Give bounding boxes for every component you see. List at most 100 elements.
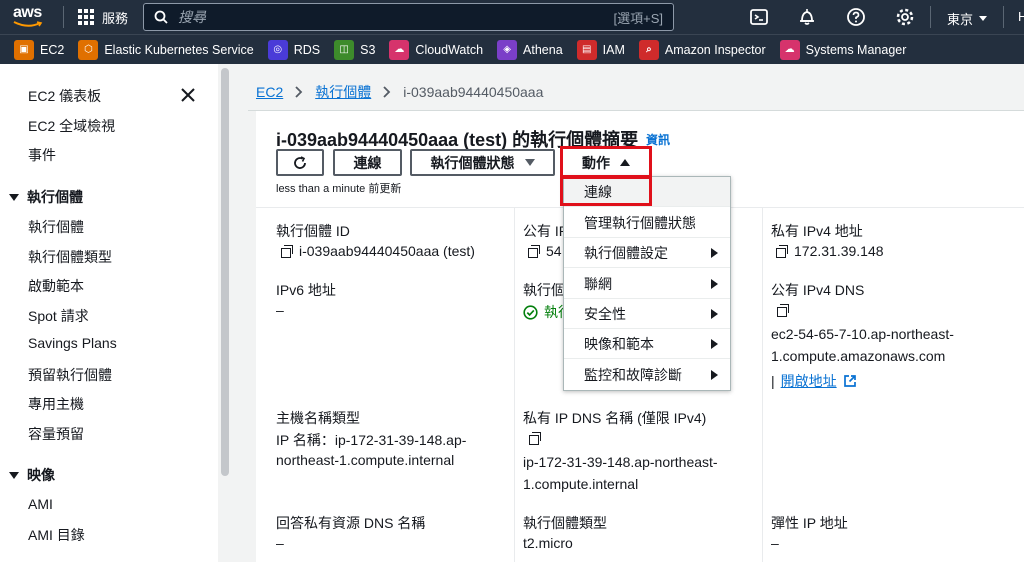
menu-item-label: 監控和故障診斷 xyxy=(584,367,682,383)
caret-down-icon xyxy=(9,193,19,201)
cloudshell-icon[interactable] xyxy=(749,7,769,27)
breadcrumb-instances[interactable]: 執行個體 xyxy=(315,82,371,102)
favorite-label: RDS xyxy=(293,42,321,57)
menu-item-manage-state[interactable]: 管理執行個體狀態 xyxy=(564,208,730,238)
cloudwatch-icon: ☁ xyxy=(389,39,410,60)
caret-right-icon xyxy=(711,279,718,289)
private-dns-value: ip-172-31-39-148.ap-northeast- xyxy=(523,454,718,470)
sidebar-item-instance-types[interactable]: 執行個體類型 xyxy=(28,247,112,267)
services-menu-button[interactable]: 服務 xyxy=(78,6,128,28)
menu-item-label: 執行個體設定 xyxy=(584,244,668,261)
copy-icon[interactable] xyxy=(777,304,789,317)
menu-item-networking[interactable]: 聯網 xyxy=(564,269,730,299)
favorite-label: IAM xyxy=(602,42,625,57)
scrollbar-thumb[interactable] xyxy=(221,68,229,476)
rds-icon: ◎ xyxy=(267,39,288,60)
favorite-eks[interactable]: ⬡ Elastic Kubernetes Service xyxy=(78,39,254,60)
help-icon[interactable] xyxy=(846,7,866,27)
favorite-rds[interactable]: ◎ RDS xyxy=(267,39,321,60)
breadcrumb-ec2[interactable]: EC2 xyxy=(256,84,283,100)
favorite-inspector[interactable]: ⌕ Amazon Inspector xyxy=(638,39,766,60)
region-label: 東京 xyxy=(947,12,974,27)
sidebar-item-global-view[interactable]: EC2 全域檢視 xyxy=(28,116,115,136)
inspector-icon: ⌕ xyxy=(638,39,659,60)
breadcrumb-current: i-039aab94440450aaa xyxy=(403,84,544,100)
elastic-ip-value: – xyxy=(771,535,779,551)
connect-button[interactable]: 連線 xyxy=(333,149,402,176)
hostname-type-value-cont: northeast-1.compute.internal xyxy=(276,452,455,468)
settings-gear-icon[interactable] xyxy=(895,7,915,27)
link-bar: | xyxy=(771,373,775,389)
caret-down-icon xyxy=(9,471,19,479)
caret-right-icon xyxy=(711,248,718,258)
sidebar-item-reserved-instances[interactable]: 預留執行個體 xyxy=(28,365,112,385)
copy-icon[interactable] xyxy=(776,245,788,258)
instance-state-button[interactable]: 執行個體狀態 xyxy=(410,149,555,176)
private-dns-value-cont: 1.compute.internal xyxy=(523,476,639,492)
menu-item-label: 管理執行個體狀態 xyxy=(584,214,696,231)
caret-right-icon xyxy=(711,339,718,349)
sidebar-item-events[interactable]: 事件 xyxy=(28,145,56,165)
external-link-icon xyxy=(843,375,856,387)
sidebar-scrollbar[interactable] xyxy=(218,64,232,562)
elastic-ip-label: 彈性 IP 地址 xyxy=(771,515,848,531)
check-circle-icon xyxy=(523,304,538,320)
aws-logo[interactable]: aws xyxy=(13,4,47,30)
search-placeholder: 搜尋 xyxy=(178,9,206,25)
open-address-text[interactable]: 開啟地址 xyxy=(781,371,837,391)
search-input[interactable]: 搜尋 [選項+S] xyxy=(143,3,674,31)
favorite-s3[interactable]: ◫ S3 xyxy=(334,39,375,60)
favorite-athena[interactable]: ◈ Athena xyxy=(497,39,563,60)
favorite-label: Systems Manager xyxy=(805,42,907,57)
refresh-button[interactable] xyxy=(276,149,324,176)
copy-icon[interactable] xyxy=(529,432,541,445)
menu-item-instance-settings[interactable]: 執行個體設定 xyxy=(564,238,730,268)
refresh-icon xyxy=(294,155,306,169)
sidebar-section-images[interactable]: 映像 xyxy=(9,465,55,485)
caret-right-icon xyxy=(711,370,718,380)
menu-item-security[interactable]: 安全性 xyxy=(564,299,730,329)
favorite-iam[interactable]: ▤ IAM xyxy=(576,39,625,60)
sidebar-item-dedicated-hosts[interactable]: 專用主機 xyxy=(28,394,84,414)
sidebar-item-capacity-reservations[interactable]: 容量預留 xyxy=(28,424,84,444)
ec2-icon: ▣ xyxy=(14,39,34,60)
chevron-right-icon xyxy=(295,86,303,98)
menu-item-monitor-troubleshoot[interactable]: 監控和故障診斷 xyxy=(564,360,730,390)
notifications-bell-icon[interactable] xyxy=(797,7,817,27)
private-ipv4-value: 172.31.39.148 xyxy=(776,243,884,259)
favorite-ec2[interactable]: ▣ EC2 xyxy=(14,39,64,60)
copy-icon[interactable] xyxy=(528,245,540,258)
account-menu[interactable]: H xyxy=(1018,9,1024,24)
answer-dns-label: 回答私有資源 DNS 名稱 xyxy=(276,515,426,531)
sidebar-item-dashboard[interactable]: EC2 儀表板 xyxy=(28,86,101,106)
actions-dropdown-menu: 連線 管理執行個體狀態 執行個體設定 聯網 安全性 映像和範本 監控和故障診斷 xyxy=(563,176,731,391)
favorite-label: Amazon Inspector xyxy=(664,42,766,57)
region-selector[interactable]: 東京 xyxy=(947,9,988,28)
search-shortcut: [選項+S] xyxy=(613,10,664,26)
sidebar-item-spot-requests[interactable]: Spot 請求 xyxy=(28,306,89,326)
public-ip-value: 54 xyxy=(528,243,562,259)
copy-icon[interactable] xyxy=(281,245,293,258)
eks-icon: ⬡ xyxy=(78,39,99,60)
nav-divider xyxy=(63,6,64,28)
favorite-systems-manager[interactable]: ☁ Systems Manager xyxy=(779,39,907,60)
instance-id-value: i-039aab94440450aaa (test) xyxy=(281,243,475,259)
menu-item-image-templates[interactable]: 映像和範本 xyxy=(564,329,730,359)
sidebar-item-savings-plans[interactable]: Savings Plans xyxy=(28,335,117,351)
favorite-cloudwatch[interactable]: ☁ CloudWatch xyxy=(389,39,483,60)
iam-icon: ▤ xyxy=(576,39,597,60)
sidebar-item-ami-catalog[interactable]: AMI 目錄 xyxy=(28,525,85,545)
column-divider xyxy=(762,208,763,562)
ipv6-value: – xyxy=(276,302,284,318)
s3-icon: ◫ xyxy=(334,39,355,60)
search-icon xyxy=(154,10,168,24)
open-address-link[interactable]: | 開啟地址 xyxy=(771,371,857,391)
sidebar-item-instances[interactable]: 執行個體 xyxy=(28,217,84,237)
favorite-label: Elastic Kubernetes Service xyxy=(104,42,254,57)
instance-type-label: 執行個體類型 xyxy=(523,515,607,531)
sidebar-section-instances[interactable]: 執行個體 xyxy=(9,187,83,207)
connect-button-label: 連線 xyxy=(353,154,382,171)
close-icon[interactable] xyxy=(179,86,197,104)
sidebar-item-ami[interactable]: AMI xyxy=(28,496,53,512)
sidebar-item-launch-templates[interactable]: 啟動範本 xyxy=(28,276,84,296)
